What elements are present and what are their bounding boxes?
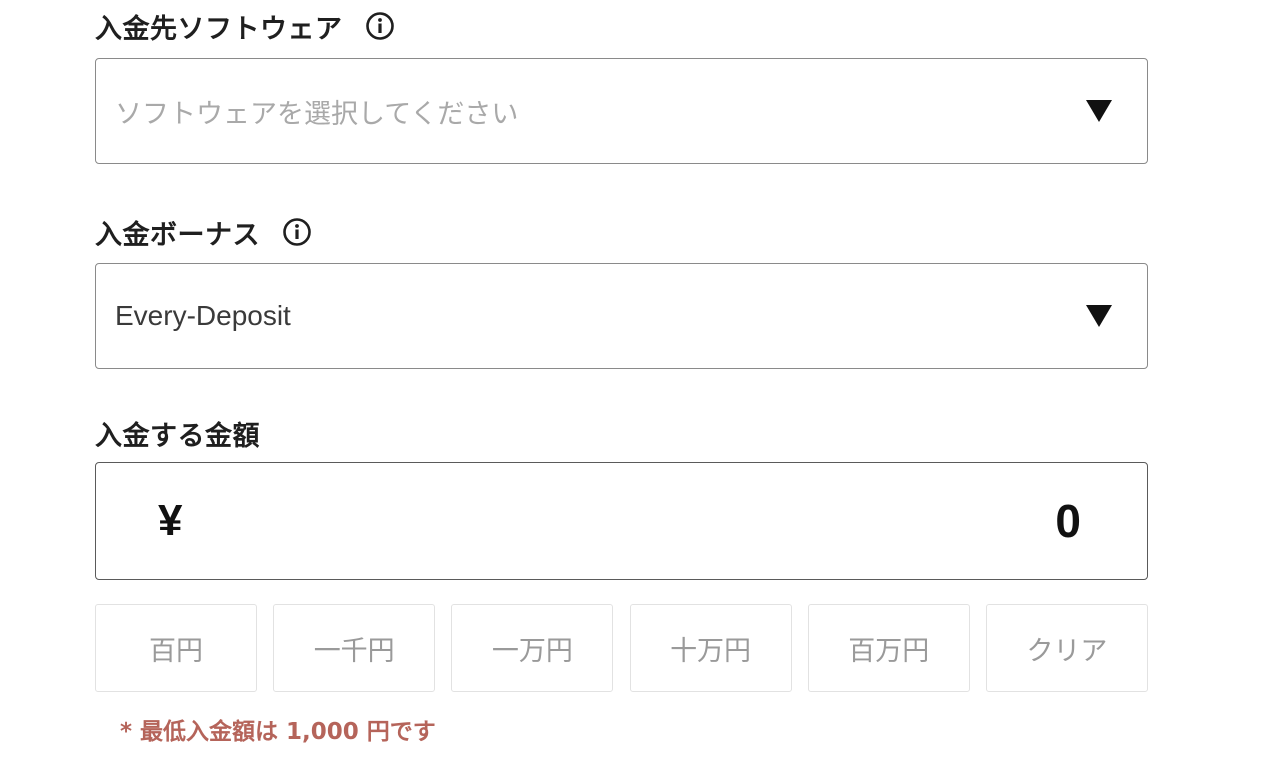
bonus-label: 入金ボーナス xyxy=(95,219,260,251)
amount-value: 0 xyxy=(1055,495,1081,547)
currency-symbol: ¥ xyxy=(158,496,183,545)
software-select-placeholder: ソフトウェアを選択してください xyxy=(115,98,519,130)
info-circle-icon[interactable] xyxy=(282,217,312,247)
quick-button-hundred[interactable]: 百円 xyxy=(95,604,257,692)
software-label-row: 入金先ソフトウェア xyxy=(95,8,395,45)
minimum-deposit-note: * 最低入金額は 1,000 円です xyxy=(120,719,436,745)
info-circle-icon[interactable] xyxy=(365,11,395,41)
software-select[interactable]: ソフトウェアを選択してください xyxy=(95,58,1148,164)
quick-button-hundred-thousand[interactable]: 十万円 xyxy=(629,604,792,692)
amount-label-row: 入金する金額 xyxy=(95,415,260,452)
triangle-down-icon xyxy=(1086,100,1112,122)
bonus-select-value: Every-Deposit xyxy=(115,300,291,331)
clear-button[interactable]: クリア xyxy=(985,604,1148,692)
quick-button-thousand[interactable]: 一千円 xyxy=(273,604,436,692)
bonus-label-row: 入金ボーナス xyxy=(95,214,312,251)
triangle-down-icon xyxy=(1086,305,1112,327)
quick-amount-buttons: 百円 一千円 一万円 十万円 百万円 クリア xyxy=(95,604,1148,692)
software-label: 入金先ソフトウェア xyxy=(95,13,343,45)
bonus-select[interactable]: Every-Deposit xyxy=(95,263,1148,369)
quick-button-ten-thousand[interactable]: 一万円 xyxy=(451,604,614,692)
amount-input[interactable]: ¥ 0 xyxy=(95,462,1148,580)
amount-label: 入金する金額 xyxy=(95,420,260,452)
quick-button-million[interactable]: 百万円 xyxy=(807,604,970,692)
